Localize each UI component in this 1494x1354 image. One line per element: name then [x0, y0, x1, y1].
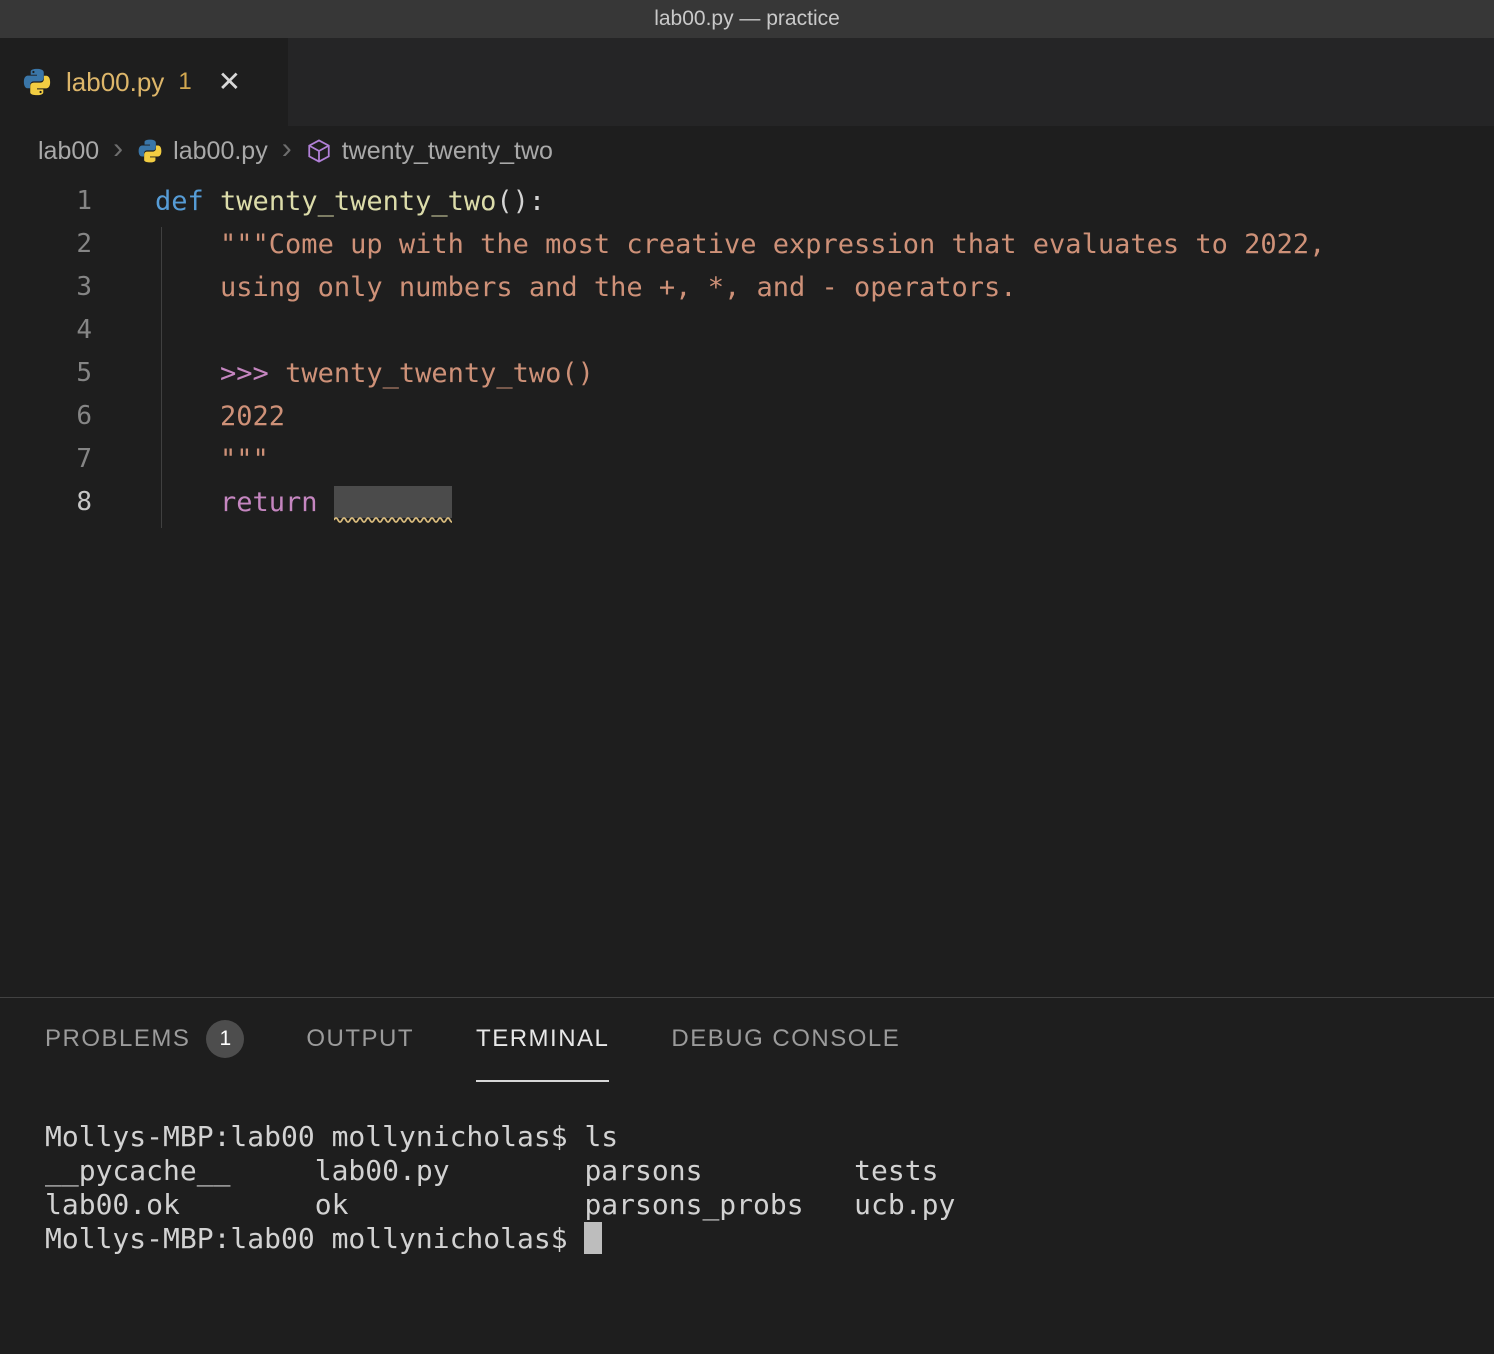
- code-content: [92, 309, 155, 352]
- code-content: return: [92, 481, 452, 524]
- code-line[interactable]: 5 >>> twenty_twenty_two(): [0, 352, 1494, 395]
- window-titlebar: lab00.py — practice: [0, 0, 1494, 38]
- code-line[interactable]: 4: [0, 309, 1494, 352]
- code-content: 2022: [92, 395, 285, 438]
- terminal-line: Mollys-MBP:lab00 mollynicholas$: [45, 1222, 1494, 1256]
- code-content: """Come up with the most creative expres…: [92, 223, 1325, 266]
- breadcrumb: lab00 › lab00.py › twenty_twenty_two: [0, 126, 1494, 176]
- panel-tab-label: TERMINAL: [476, 1025, 609, 1053]
- code-line[interactable]: 2 """Come up with the most creative expr…: [0, 223, 1494, 266]
- panel-tab-terminal[interactable]: TERMINAL: [476, 998, 609, 1082]
- python-icon: [137, 138, 163, 164]
- editor[interactable]: 1def twenty_twenty_two():2 """Come up wi…: [0, 176, 1494, 997]
- terminal-cursor: [584, 1222, 602, 1254]
- tab-label: lab00.py: [66, 67, 164, 98]
- terminal-line: __pycache__ lab00.py parsons tests: [45, 1154, 1494, 1188]
- line-number: 6: [0, 395, 92, 438]
- line-number: 3: [0, 266, 92, 309]
- breadcrumb-item-lab00-py[interactable]: lab00.py: [173, 137, 268, 166]
- line-number: 7: [0, 438, 92, 481]
- tab-bar: lab00.py 1 ✕: [0, 38, 1494, 126]
- code-content: def twenty_twenty_two():: [92, 180, 545, 223]
- code-line[interactable]: 3 using only numbers and the +, *, and -…: [0, 266, 1494, 309]
- line-number: 8: [0, 481, 92, 524]
- line-number: 1: [0, 180, 92, 223]
- editor-lines: 1def twenty_twenty_two():2 """Come up wi…: [0, 180, 1494, 524]
- close-icon[interactable]: ✕: [218, 68, 241, 96]
- tab-lab00-py[interactable]: lab00.py 1 ✕: [0, 38, 288, 126]
- terminal-line: Mollys-MBP:lab00 mollynicholas$ ls: [45, 1120, 1494, 1154]
- panel-tab-label: OUTPUT: [306, 1025, 414, 1053]
- code-line[interactable]: 1def twenty_twenty_two():: [0, 180, 1494, 223]
- code-content: using only numbers and the +, *, and - o…: [92, 266, 1017, 309]
- python-icon: [22, 67, 52, 97]
- selection-highlight: [334, 486, 452, 518]
- line-number: 5: [0, 352, 92, 395]
- breadcrumb-item-function[interactable]: twenty_twenty_two: [342, 137, 553, 166]
- chevron-right-icon: ›: [113, 132, 123, 166]
- panel-tab-output[interactable]: OUTPUT: [306, 998, 414, 1082]
- panel-tab-label: DEBUG CONSOLE: [671, 1025, 900, 1053]
- code-line[interactable]: 8 return: [0, 481, 1494, 524]
- panel-tabs: PROBLEMS 1 OUTPUT TERMINAL DEBUG CONSOLE: [0, 998, 1494, 1082]
- panel-tab-debug-console[interactable]: DEBUG CONSOLE: [671, 998, 900, 1082]
- panel-tab-problems[interactable]: PROBLEMS 1: [45, 998, 244, 1082]
- code-content: >>> twenty_twenty_two(): [92, 352, 594, 395]
- code-line[interactable]: 7 """: [0, 438, 1494, 481]
- indent-guide: [161, 227, 162, 528]
- line-number: 4: [0, 309, 92, 352]
- terminal-line: lab00.ok ok parsons_probs ucb.py: [45, 1188, 1494, 1222]
- line-number: 2: [0, 223, 92, 266]
- terminal[interactable]: Mollys-MBP:lab00 mollynicholas$ ls__pyca…: [0, 1082, 1494, 1256]
- symbol-function-icon: [306, 138, 332, 164]
- tab-problems-count: 1: [178, 68, 191, 96]
- breadcrumb-item-lab00[interactable]: lab00: [38, 137, 99, 166]
- bottom-panel: PROBLEMS 1 OUTPUT TERMINAL DEBUG CONSOLE Mol…: [0, 997, 1494, 1354]
- window-title: lab00.py — practice: [654, 7, 840, 31]
- problems-count-badge: 1: [206, 1020, 244, 1058]
- chevron-right-icon: ›: [282, 132, 292, 166]
- code-content: """: [92, 438, 269, 481]
- panel-tab-label: PROBLEMS: [45, 1025, 190, 1053]
- code-line[interactable]: 6 2022: [0, 395, 1494, 438]
